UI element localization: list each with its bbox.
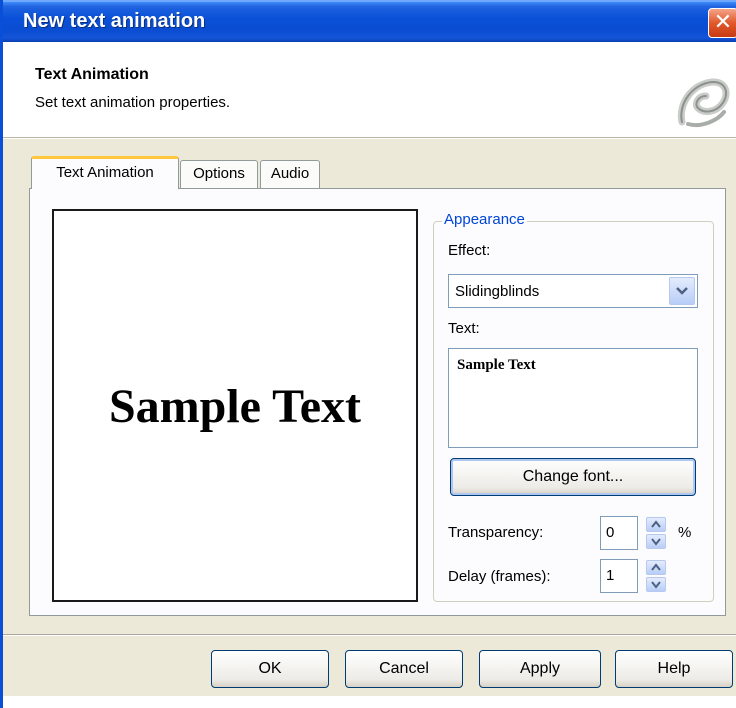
tab-label: Text Animation — [56, 164, 154, 181]
cancel-button[interactable]: Cancel — [345, 650, 463, 688]
delay-label: Delay (frames): — [448, 568, 551, 585]
apply-button[interactable]: Apply — [479, 650, 601, 688]
tab-options[interactable]: Options — [180, 160, 258, 188]
transparency-input[interactable]: 0 — [600, 516, 638, 550]
change-font-label: Change font... — [522, 468, 624, 485]
spin-up-icon[interactable] — [646, 517, 666, 532]
effect-value: Slidingblinds — [455, 283, 540, 300]
help-label: Help — [657, 660, 691, 677]
text-label: Text: — [448, 320, 480, 337]
effect-label: Effect: — [448, 242, 491, 259]
chevron-down-icon — [676, 287, 688, 295]
preview-text: Sample Text — [108, 380, 362, 433]
delay-input[interactable]: 1 — [600, 559, 638, 593]
footer-divider — [3, 634, 736, 636]
help-button[interactable]: Help — [615, 650, 733, 688]
window-title: New text animation — [23, 10, 206, 32]
effect-select[interactable]: Slidingblinds — [448, 274, 698, 308]
transparency-unit: % — [678, 524, 692, 541]
text-input-value: Sample Text — [457, 357, 536, 373]
cancel-label: Cancel — [379, 660, 429, 677]
text-input[interactable]: Sample Text — [448, 348, 698, 448]
spin-down-icon[interactable] — [646, 534, 666, 549]
transparency-label: Transparency: — [448, 524, 544, 541]
dialog-window: New text animation ✕ Text Animation Set … — [0, 0, 736, 708]
transparency-value: 0 — [606, 524, 615, 541]
delay-spinner[interactable] — [646, 560, 666, 592]
delay-value: 1 — [606, 567, 615, 584]
tab-panel: Sample Text Appearance Effect: Slidingbl… — [29, 188, 726, 616]
close-button[interactable]: ✕ — [708, 8, 736, 38]
spin-up-icon[interactable] — [646, 560, 666, 575]
header-subtitle: Set text animation properties. — [35, 94, 231, 111]
header-title: Text Animation — [35, 66, 149, 83]
tab-text-animation[interactable]: Text Animation — [31, 156, 179, 189]
tab-audio[interactable]: Audio — [260, 160, 320, 188]
spin-down-icon[interactable] — [646, 577, 666, 592]
dropdown-arrow-button[interactable] — [669, 277, 695, 305]
title-bar[interactable]: New text animation ✕ — [3, 0, 736, 42]
ok-button[interactable]: OK — [211, 650, 329, 688]
tab-label: Options — [193, 165, 245, 182]
swirl-logo-icon — [677, 78, 730, 127]
preview-area: Sample Text — [52, 209, 418, 602]
transparency-spinner[interactable] — [646, 517, 666, 549]
dialog-header: Text Animation Set text animation proper… — [3, 42, 736, 138]
header-divider — [3, 138, 736, 139]
apply-label: Apply — [519, 660, 561, 677]
appearance-group: Appearance Effect: Slidingblinds Text: S… — [433, 211, 714, 602]
tab-label: Audio — [270, 165, 310, 182]
change-font-button[interactable]: Change font... — [450, 458, 696, 496]
bottom-strip — [3, 696, 736, 708]
ok-label: OK — [258, 660, 282, 677]
appearance-group-label: Appearance — [442, 211, 527, 228]
close-icon: ✕ — [713, 9, 733, 34]
